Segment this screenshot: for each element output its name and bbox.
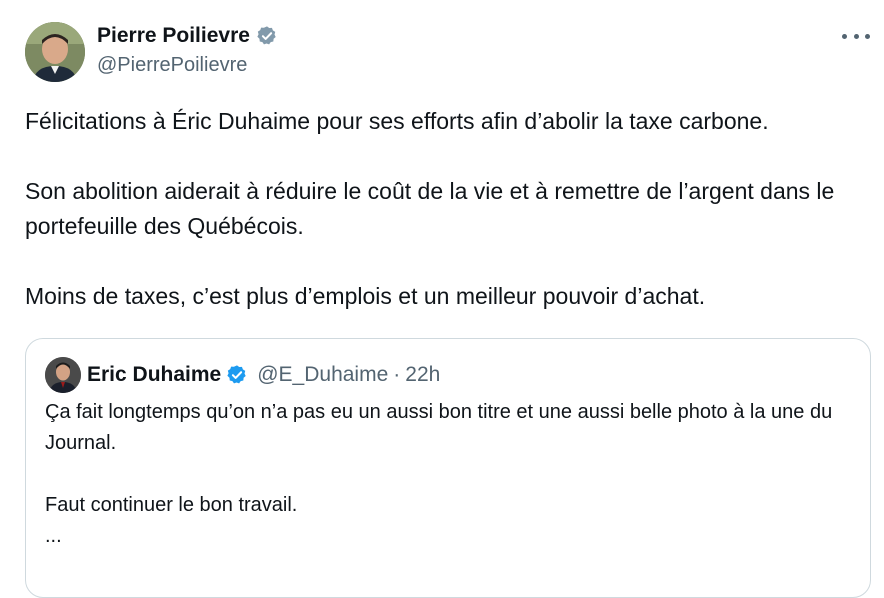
quoted-paragraph: Ça fait longtemps qu’on n’a pas eu un au… (45, 401, 833, 454)
quoted-author-avatar[interactable] (45, 357, 81, 393)
quoted-timestamp[interactable]: 22h (405, 363, 440, 387)
quoted-tweet-text: Ça fait longtemps qu’on n’a pas eu un au… (45, 397, 860, 552)
tweet-text: Félicitations à Éric Duhaime pour ses ef… (25, 104, 875, 314)
separator-dot: · (393, 363, 401, 386)
verified-badge-icon (227, 365, 246, 384)
tweet-paragraph: Son abolition aiderait à réduire le coût… (25, 178, 835, 239)
quoted-paragraph: Faut continuer le bon travail. (45, 494, 298, 516)
quoted-author-handle[interactable]: @E_Duhaime (257, 363, 388, 387)
tweet-paragraph: Moins de taxes, c’est plus d’emplois et … (25, 283, 706, 309)
quoted-paragraph: ... (45, 525, 62, 547)
author-block: Pierre Poilievre @PierrePoilievre (97, 23, 278, 78)
quoted-tweet-card[interactable]: Eric Duhaime @E_Duhaime · 22h Ça fait lo… (25, 338, 871, 598)
tweet-paragraph: Félicitations à Éric Duhaime pour ses ef… (25, 108, 769, 134)
author-name[interactable]: Pierre Poilievre (97, 23, 250, 49)
quoted-tweet-header: Eric Duhaime @E_Duhaime · 22h (45, 357, 440, 393)
quoted-author-name[interactable]: Eric Duhaime (87, 363, 221, 387)
more-dots-icon[interactable] (842, 24, 870, 48)
author-handle[interactable]: @PierrePoilievre (97, 52, 278, 78)
author-avatar[interactable] (25, 22, 85, 82)
verified-badge-icon (257, 26, 276, 45)
